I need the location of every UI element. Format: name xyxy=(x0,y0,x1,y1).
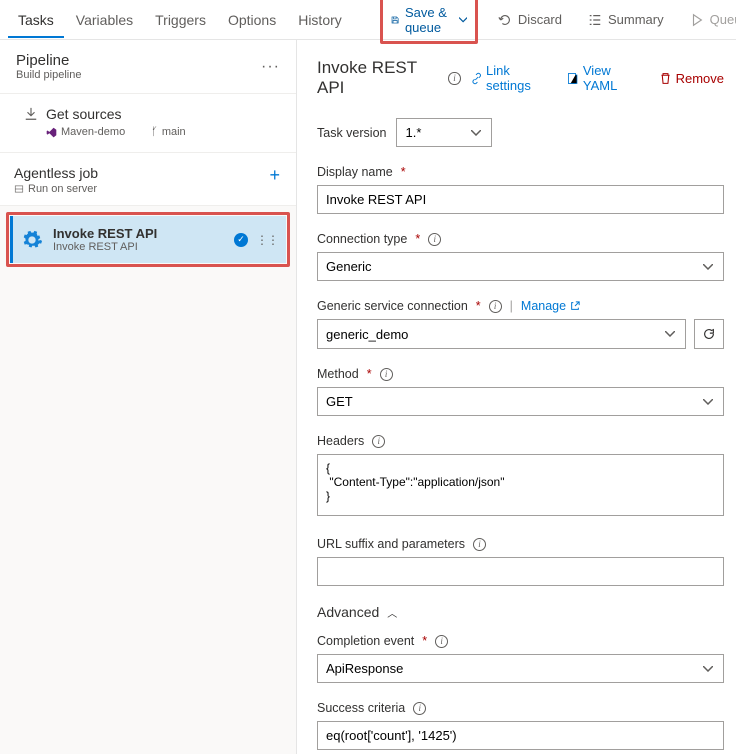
add-task-button[interactable]: + xyxy=(269,165,280,186)
advanced-section-toggle[interactable]: Advanced ︿ xyxy=(317,604,724,620)
branch-icon: ᚶ xyxy=(151,126,158,138)
tab-options[interactable]: Options xyxy=(218,2,286,38)
undo-icon xyxy=(498,13,512,27)
method-label: Method xyxy=(317,367,359,381)
chevron-down-icon xyxy=(459,13,467,27)
advanced-label: Advanced xyxy=(317,604,379,620)
success-criteria-label: Success criteria xyxy=(317,701,405,715)
completion-event-select[interactable]: ApiResponse xyxy=(317,654,724,683)
get-sources-label: Get sources xyxy=(46,106,121,122)
pipeline-more-button[interactable]: ··· xyxy=(261,58,280,76)
get-sources-row[interactable]: Get sources Maven-demo ᚶ main xyxy=(0,94,296,153)
task-valid-icon: ✓ xyxy=(234,233,248,247)
list-icon xyxy=(588,13,602,27)
url-suffix-label: URL suffix and parameters xyxy=(317,537,465,551)
server-icon xyxy=(14,184,24,194)
info-icon[interactable]: i xyxy=(435,635,448,648)
info-icon[interactable]: i xyxy=(413,702,426,715)
discard-label: Discard xyxy=(518,12,562,27)
info-icon[interactable]: i xyxy=(428,233,441,246)
refresh-icon xyxy=(702,327,716,341)
trash-icon xyxy=(659,72,672,85)
remove-button[interactable]: Remove xyxy=(659,63,724,93)
info-icon[interactable]: i xyxy=(380,368,393,381)
summary-label: Summary xyxy=(608,12,664,27)
discard-button[interactable]: Discard xyxy=(492,8,568,31)
refresh-button[interactable] xyxy=(694,319,724,349)
right-panel: Invoke REST API i Link settings View YAM… xyxy=(297,40,736,754)
completion-event-label: Completion event xyxy=(317,634,414,648)
summary-button[interactable]: Summary xyxy=(582,8,670,31)
left-panel: Pipeline Build pipeline ··· Get sources … xyxy=(0,40,297,754)
agentless-title: Agentless job xyxy=(14,165,98,181)
connection-type-select[interactable]: Generic xyxy=(317,252,724,281)
pipeline-subtitle: Build pipeline xyxy=(16,69,81,81)
drag-handle[interactable]: ⋮⋮ xyxy=(256,238,278,242)
queue-button: Queue xyxy=(684,8,736,31)
vs-icon xyxy=(46,127,57,138)
view-yaml-button[interactable]: View YAML xyxy=(567,63,640,93)
tab-variables[interactable]: Variables xyxy=(66,2,143,38)
agentless-sub: Run on server xyxy=(28,183,97,195)
tab-tasks[interactable]: Tasks xyxy=(8,2,64,38)
task-version-select[interactable]: 1.* xyxy=(396,118,492,147)
link-settings-button[interactable]: Link settings xyxy=(471,63,550,93)
connection-type-label: Connection type xyxy=(317,232,407,246)
external-icon xyxy=(570,301,580,311)
headers-label: Headers xyxy=(317,434,364,448)
task-subtitle: Invoke REST API xyxy=(53,241,157,253)
task-version-label: Task version xyxy=(317,126,386,140)
tab-triggers[interactable]: Triggers xyxy=(145,2,216,38)
task-title: Invoke REST API xyxy=(53,226,157,241)
info-icon[interactable]: i xyxy=(448,72,460,85)
agentless-job-row[interactable]: Agentless job Run on server + xyxy=(0,153,296,206)
repo-name: Maven-demo xyxy=(46,126,125,138)
play-icon xyxy=(690,13,704,27)
pipeline-title: Pipeline xyxy=(16,52,81,69)
generic-connection-label: Generic service connection xyxy=(317,299,468,313)
display-name-input[interactable] xyxy=(317,185,724,214)
manage-link[interactable]: Manage xyxy=(521,299,580,313)
save-queue-button[interactable]: Save & queue xyxy=(385,1,473,39)
success-criteria-input[interactable] xyxy=(317,721,724,750)
link-icon xyxy=(471,72,482,85)
url-suffix-input[interactable] xyxy=(317,557,724,586)
queue-label: Queue xyxy=(710,12,736,27)
info-icon[interactable]: i xyxy=(473,538,486,551)
info-icon[interactable]: i xyxy=(372,435,385,448)
form-title: Invoke REST API xyxy=(317,58,438,98)
chevron-up-icon: ︿ xyxy=(387,605,397,620)
generic-connection-select[interactable]: generic_demo xyxy=(317,319,686,349)
download-icon xyxy=(24,107,38,121)
save-icon xyxy=(391,13,399,27)
headers-input[interactable]: { "Content-Type":"application/json" } xyxy=(317,454,724,516)
gear-icon xyxy=(21,229,43,251)
method-select[interactable]: GET xyxy=(317,387,724,416)
yaml-icon xyxy=(567,72,578,85)
pipeline-header[interactable]: Pipeline Build pipeline ··· xyxy=(0,40,296,94)
branch-name: ᚶ main xyxy=(151,126,185,138)
task-invoke-rest-api[interactable]: Invoke REST API Invoke REST API ✓ ⋮⋮ xyxy=(10,216,286,263)
tab-history[interactable]: History xyxy=(288,2,352,38)
save-queue-label: Save & queue xyxy=(405,5,453,35)
display-name-label: Display name xyxy=(317,165,393,179)
info-icon[interactable]: i xyxy=(489,300,502,313)
